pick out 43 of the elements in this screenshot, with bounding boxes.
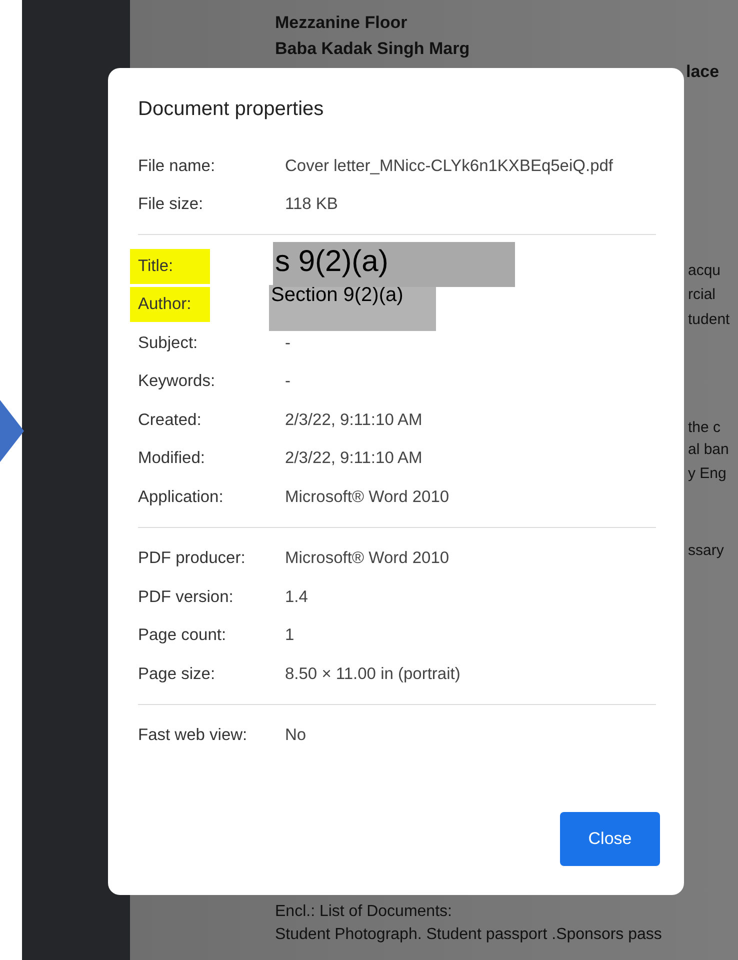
- property-label: Subject:: [138, 334, 199, 353]
- property-label: Fast web view:: [138, 726, 248, 746]
- property-value: 2/3/22, 9:11:10 AM: [285, 449, 422, 468]
- property-label: File size:: [138, 195, 204, 214]
- property-value: 1: [285, 626, 294, 646]
- document-text: Mezzanine Floor: [275, 12, 408, 34]
- property-label: File name:: [138, 156, 216, 176]
- document-text: ssary: [688, 542, 724, 559]
- property-label: Page size:: [138, 664, 216, 684]
- document-text: tudent: [688, 311, 730, 328]
- redaction-box: s 9(2)(a): [273, 242, 515, 287]
- close-button[interactable]: Close: [560, 812, 660, 866]
- dialog-title: Document properties: [138, 98, 325, 121]
- document-text: y Eng: [688, 465, 726, 482]
- property-value: 8.50 × 11.00 in (portrait): [285, 664, 460, 684]
- property-label: PDF version:: [138, 588, 234, 607]
- document-text: the c: [688, 419, 721, 436]
- property-label: Page count:: [138, 626, 228, 646]
- document-text: al ban: [688, 441, 729, 458]
- document-text: rcial: [688, 286, 716, 303]
- arrow-icon: [0, 400, 24, 462]
- property-label: Created:: [138, 410, 202, 430]
- property-label: Modified:: [138, 449, 206, 468]
- document-text: Baba Kadak Singh Marg: [275, 38, 471, 60]
- document-text: lace: [686, 62, 720, 82]
- property-value: No: [285, 726, 306, 746]
- document-text: Encl.: List of Documents:: [275, 902, 453, 922]
- property-value: -: [285, 334, 290, 353]
- property-value: 1.4: [285, 588, 308, 607]
- property-label: Title:: [130, 248, 210, 284]
- document-text: Student Photograph. Student passport .Sponsors pass: [275, 925, 662, 945]
- redaction-box: Section 9(2)(a): [269, 284, 436, 330]
- property-label: Author:: [130, 287, 210, 322]
- property-label: Application:: [138, 488, 224, 507]
- property-value: 118 KB: [285, 195, 338, 214]
- property-value: Cover letter_MNicc-CLYk6n1KXBEq5eiQ.pdf: [285, 156, 614, 176]
- property-value: Microsoft® Word 2010: [285, 488, 450, 507]
- property-label: Keywords:: [138, 372, 216, 392]
- document-text: acqu: [688, 262, 721, 279]
- property-value: 2/3/22, 9:11:10 AM: [285, 410, 422, 430]
- property-value: Microsoft® Word 2010: [285, 549, 450, 568]
- property-label: PDF producer:: [138, 549, 246, 568]
- property-value: -: [285, 372, 290, 392]
